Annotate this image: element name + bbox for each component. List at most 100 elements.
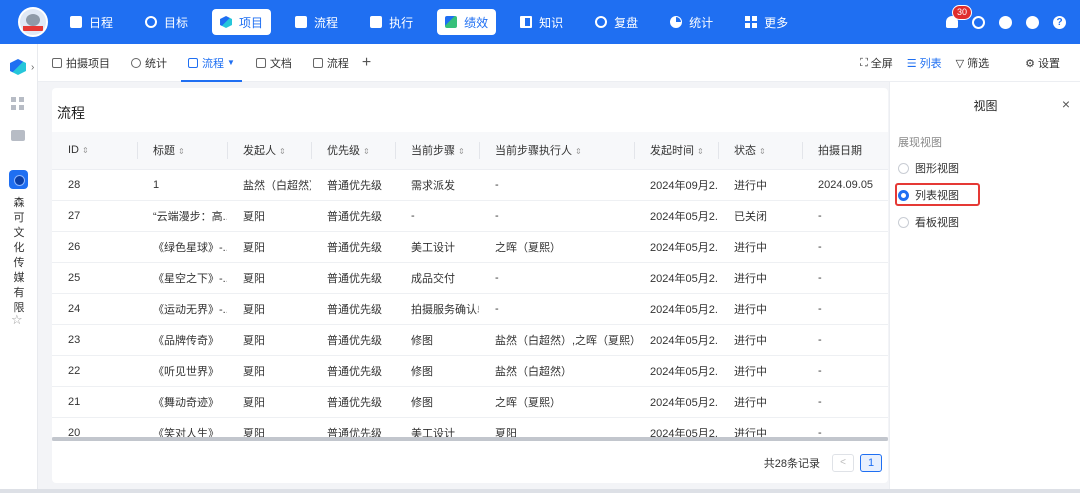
column-header-label: 拍摄日期 <box>818 145 862 158</box>
caret-down-icon: ▼ <box>227 58 235 67</box>
column-header[interactable]: 拍摄日期 <box>802 132 888 170</box>
sort-icon[interactable]: ⇕ <box>575 147 582 156</box>
table-cell: 21 <box>52 386 137 418</box>
page-number-button[interactable]: 1 <box>860 454 882 472</box>
filter-button[interactable]: ▽ 筛选 <box>956 55 989 71</box>
fullscreen-button[interactable]: ⛶ 全屏 <box>860 55 893 71</box>
radio-button[interactable] <box>898 162 909 174</box>
settings-button[interactable]: ⚙ 设置 <box>1025 55 1060 71</box>
list-icon: ☰ <box>906 57 917 70</box>
filter-label: 筛选 <box>967 58 990 70</box>
table-cell: - <box>802 200 888 232</box>
tab-flow-2[interactable]: 流程 <box>306 44 356 82</box>
sort-icon[interactable]: ⇕ <box>82 146 89 155</box>
table-row[interactable]: 23 《品牌传奇》 夏阳 普通优先级 修图 盐然（白超然）,之晖（夏熙） 2024年05月2… <box>52 324 888 356</box>
sort-icon[interactable]: ⇕ <box>363 147 370 156</box>
gear-icon: ⚙ <box>1025 57 1035 70</box>
column-header[interactable]: 当前步骤 ⇕ <box>395 132 479 170</box>
add-tab-button[interactable]: + <box>362 54 371 72</box>
table-cell: 已关闭 <box>718 200 802 232</box>
nav-item-statistics[interactable]: 统计 <box>662 9 721 35</box>
folder-icon[interactable] <box>11 130 25 141</box>
table-cell: 普通优先级 <box>311 262 395 294</box>
nav-label: 日程 <box>89 15 114 30</box>
filter-icon: ▽ <box>955 57 965 70</box>
table-cell: 1 <box>137 169 227 201</box>
tab-statistics[interactable]: 统计 <box>124 44 174 82</box>
star-icon[interactable]: ☆ <box>11 312 23 328</box>
help-icon[interactable]: ? <box>1053 15 1066 29</box>
target-icon <box>145 16 158 28</box>
close-icon[interactable]: × <box>1062 96 1070 112</box>
table-row[interactable]: 22 《听见世界》 夏阳 普通优先级 修图 盐然（白超然） 2024年05月2... 进行中 - <box>52 355 888 387</box>
nav-item-more[interactable]: 更多 <box>737 9 796 35</box>
notification-badge: 30 <box>952 5 973 20</box>
table-cell: 夏阳 <box>227 231 311 263</box>
column-header-label: ID <box>68 144 79 157</box>
option-graph-view[interactable]: 图形视图 <box>898 160 959 176</box>
table-cell: 24 <box>52 293 137 325</box>
column-header[interactable]: 状态 ⇕ <box>718 132 802 170</box>
table-cell: 修图 <box>395 386 479 418</box>
nav-item-goal[interactable]: 目标 <box>137 9 196 35</box>
nav-item-project[interactable]: 项目 <box>212 9 272 35</box>
table-cell: - <box>802 355 888 387</box>
table-cell: 夏阳 <box>227 293 311 325</box>
list-view-button[interactable]: ☰ 列表 <box>907 55 942 71</box>
sort-icon[interactable]: ⇕ <box>279 147 286 156</box>
chevron-right-icon[interactable]: › <box>31 62 34 73</box>
nav-item-flow[interactable]: 流程 <box>287 9 346 35</box>
table-row[interactable]: 281盐然（白超然）普通优先级需求派发-2024年09月2...进行中2024.… <box>52 169 888 201</box>
nav-item-knowledge[interactable]: 知识 <box>512 9 571 35</box>
table-row[interactable]: 21 《舞动奇迹》 夏阳 普通优先级 修图 之晖（夏熙） 2024年05月2... 进行中 - <box>52 386 888 418</box>
project-cube-icon[interactable] <box>10 59 26 75</box>
info-icon[interactable] <box>999 15 1012 29</box>
table-cell: 进行中 <box>718 293 802 325</box>
table-cell: 普通优先级 <box>311 200 395 232</box>
sort-icon[interactable]: ⇕ <box>759 147 766 156</box>
column-header[interactable]: 标题 ⇕ <box>137 132 227 170</box>
org-name[interactable]: 森可文化传媒有限 <box>11 196 27 316</box>
sort-icon[interactable]: ⇕ <box>178 147 185 156</box>
column-header[interactable]: ID ⇕ <box>52 132 137 170</box>
nav-item-execute[interactable]: 执行 <box>362 9 421 35</box>
settings-label: 设置 <box>1038 58 1060 70</box>
tab-shooting-project[interactable]: 拍摄项目 <box>45 44 117 82</box>
fullscreen-label: 全屏 <box>870 58 893 70</box>
table-cell: “云端漫步：高... <box>137 200 227 232</box>
option-kanban-view[interactable]: 看板视图 <box>898 214 959 230</box>
prev-page-button[interactable]: < <box>832 454 854 472</box>
drawer-section-label: 展现视图 <box>898 137 942 149</box>
search-icon[interactable] <box>972 15 985 29</box>
column-header[interactable]: 当前步骤执行人 ⇕ <box>479 132 634 170</box>
table-row[interactable]: 26 《绿色星球》-... 夏阳 普通优先级 美工设计 之晖（夏熙） 2024年05月2..… <box>52 231 888 263</box>
bell-icon[interactable]: 30 <box>946 5 973 28</box>
gear-icon[interactable] <box>1026 15 1039 29</box>
table-cell: 夏阳 <box>227 355 311 387</box>
table-row[interactable]: 27 “云端漫步：高... 夏阳 普通优先级 - -2024年05月2... 已关闭 - <box>52 200 888 232</box>
nav-item-review[interactable]: 复盘 <box>587 9 646 35</box>
column-header[interactable]: 优先级 ⇕ <box>311 132 395 170</box>
table-row[interactable]: 24《运动无界》-...夏阳普通优先级拍摄服务确认单-2024年05月2...进… <box>52 293 888 325</box>
tab-flow[interactable]: 流程 ▼ <box>181 44 242 82</box>
horizontal-scrollbar[interactable] <box>52 437 888 441</box>
table-cell: 20 <box>52 417 137 437</box>
nav-item-schedule[interactable]: 日程 <box>62 9 121 35</box>
calendar-icon <box>70 16 82 28</box>
org-avatar[interactable] <box>9 170 28 189</box>
sort-icon[interactable]: ⇕ <box>697 147 704 156</box>
nav-item-performance[interactable]: 绩效 <box>437 9 497 35</box>
project-icon <box>52 57 62 68</box>
sort-icon[interactable]: ⇕ <box>458 147 465 156</box>
table-cell: 夏阳 <box>227 200 311 232</box>
table-row[interactable]: 20 《笑对人生》 夏阳 普通优先级 美工设计 夏阳 2024年05月2... 进行中 - <box>52 417 888 437</box>
scrollbar-thumb[interactable] <box>52 437 888 441</box>
table-row[interactable]: 25 《星空之下》-... 夏阳 普通优先级 成品交付 -2024年05月2... 进行中 - <box>52 262 888 294</box>
column-header[interactable]: 发起时间 ⇕ <box>634 132 718 170</box>
column-header[interactable]: 发起人 ⇕ <box>227 132 311 170</box>
tab-document[interactable]: 文档 <box>249 44 299 82</box>
apps-grid-icon[interactable] <box>11 97 24 110</box>
brand-logo[interactable] <box>18 7 48 37</box>
radio-button[interactable] <box>898 216 909 228</box>
table-cell: 2024年05月2... <box>634 417 718 437</box>
